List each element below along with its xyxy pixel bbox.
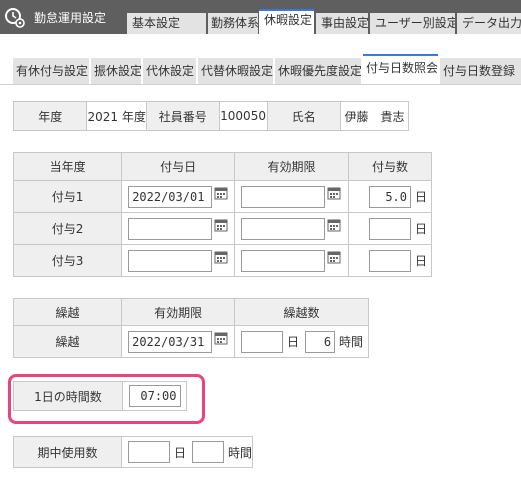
employee-info-table: 年度 2021 年度 社員番号 100050 氏名 伊藤 貴志	[12, 101, 409, 131]
carryover-table-header: 繰越 有効期限 繰越数	[12, 298, 369, 326]
day-unit-label: 日	[415, 222, 428, 236]
grant-row-label: 付与2	[12, 212, 123, 245]
tab-reason-settings[interactable]: 事由設定	[316, 13, 368, 34]
subtab-divider	[0, 84, 521, 85]
day-unit-label: 日	[415, 190, 428, 204]
subtab-substitute-holiday[interactable]: 振休設定	[91, 58, 141, 85]
subtab-alternative-leave[interactable]: 代替休暇設定	[198, 58, 273, 85]
carryover-row-label: 繰越	[12, 325, 123, 358]
subtab-grant-days-inquiry[interactable]: 付与日数照会	[363, 54, 438, 86]
calendar-icon[interactable]	[327, 250, 341, 264]
day-unit-label: 日	[173, 445, 186, 460]
calendar-icon[interactable]	[327, 186, 341, 200]
app-title: 勤怠運用設定	[34, 11, 107, 25]
grant2-date-input[interactable]	[128, 217, 213, 240]
employee-no-label: 社員番号	[145, 101, 220, 131]
year-label: 年度	[12, 101, 88, 131]
grant1-count-input[interactable]: 5.0	[369, 185, 412, 208]
grant1-date-input[interactable]: 2022/03/01	[128, 185, 213, 208]
highlight-box	[8, 374, 205, 424]
midterm-days-input[interactable]	[127, 441, 170, 463]
tab-basic-settings[interactable]: 基本設定	[127, 13, 206, 34]
calendar-icon[interactable]	[214, 218, 228, 232]
subtab-paid-leave-grant[interactable]: 有休付与設定	[13, 58, 89, 85]
grant-table-header: 当年度 付与日 有効期限 付与数	[12, 152, 432, 181]
grant-row-label: 付与1	[12, 180, 123, 213]
table-row: 付与3 日	[12, 244, 432, 277]
grant3-count-input[interactable]	[369, 249, 412, 272]
calendar-icon[interactable]	[214, 186, 228, 200]
midterm-usage-table: 期中使用数 日 時間	[13, 436, 254, 468]
tab-leave-settings[interactable]: 休暇設定	[259, 9, 314, 34]
grant-table: 当年度 付与日 有効期限 付与数 付与1 2022/03/01 5.0 日 付与2…	[12, 152, 432, 277]
carryover-hours-input[interactable]: 6	[305, 330, 336, 353]
calendar-icon[interactable]	[214, 250, 228, 264]
table-row: 付与1 2022/03/01 5.0 日	[12, 180, 432, 213]
grant3-expiry-input[interactable]	[241, 249, 326, 272]
calendar-icon[interactable]	[327, 218, 341, 232]
hour-unit-label: 時間	[227, 445, 252, 460]
carryover-expiry-input[interactable]: 2022/03/31	[128, 330, 213, 353]
midterm-hours-input[interactable]	[191, 441, 224, 463]
grant1-expiry-input[interactable]	[241, 185, 326, 208]
tab-data-output-settings[interactable]: データ出力設定	[457, 13, 521, 34]
subtab-grant-days-registration[interactable]: 付与日数登録	[440, 58, 521, 85]
settings-clock-icon	[5, 8, 25, 28]
grant2-expiry-input[interactable]	[241, 217, 326, 240]
day-unit-label: 日	[415, 254, 428, 268]
col-carryover: 繰越	[12, 298, 123, 326]
table-row: 付与2 日	[12, 212, 432, 245]
midterm-usage-label: 期中使用数	[13, 436, 122, 468]
carryover-table: 繰越 有効期限 繰越数 繰越 2022/03/31 日 6 時間	[12, 298, 369, 358]
col-carryover-expiry: 有効期限	[121, 298, 236, 326]
col-grant-count: 付与数	[348, 152, 432, 181]
year-value: 2021 年度	[86, 101, 147, 131]
grant2-count-input[interactable]	[369, 217, 412, 240]
table-row: 繰越 2022/03/31 日 6 時間	[12, 325, 369, 358]
tab-work-system-settings[interactable]: 勤務体系設定	[208, 13, 258, 34]
day-unit-label: 日	[287, 335, 300, 349]
col-expiry: 有効期限	[234, 152, 350, 181]
grant-row-label: 付与3	[12, 244, 123, 277]
subtab-leave-priority[interactable]: 休暇優先度設定	[275, 58, 361, 85]
col-current-year: 当年度	[12, 152, 123, 181]
grant3-date-input[interactable]	[128, 249, 213, 272]
col-carryover-count: 繰越数	[234, 298, 369, 326]
employee-no-value: 100050	[218, 101, 268, 131]
name-label: 氏名	[266, 101, 342, 131]
col-grant-date: 付与日	[121, 152, 236, 181]
hour-unit-label: 時間	[339, 335, 364, 349]
name-value: 伊藤 貴志	[340, 101, 409, 131]
tab-user-settings[interactable]: ユーザー別設定	[370, 13, 455, 34]
carryover-days-input[interactable]	[241, 330, 284, 353]
subtab-compensatory-leave[interactable]: 代休設定	[143, 58, 196, 85]
calendar-icon[interactable]	[214, 331, 228, 345]
